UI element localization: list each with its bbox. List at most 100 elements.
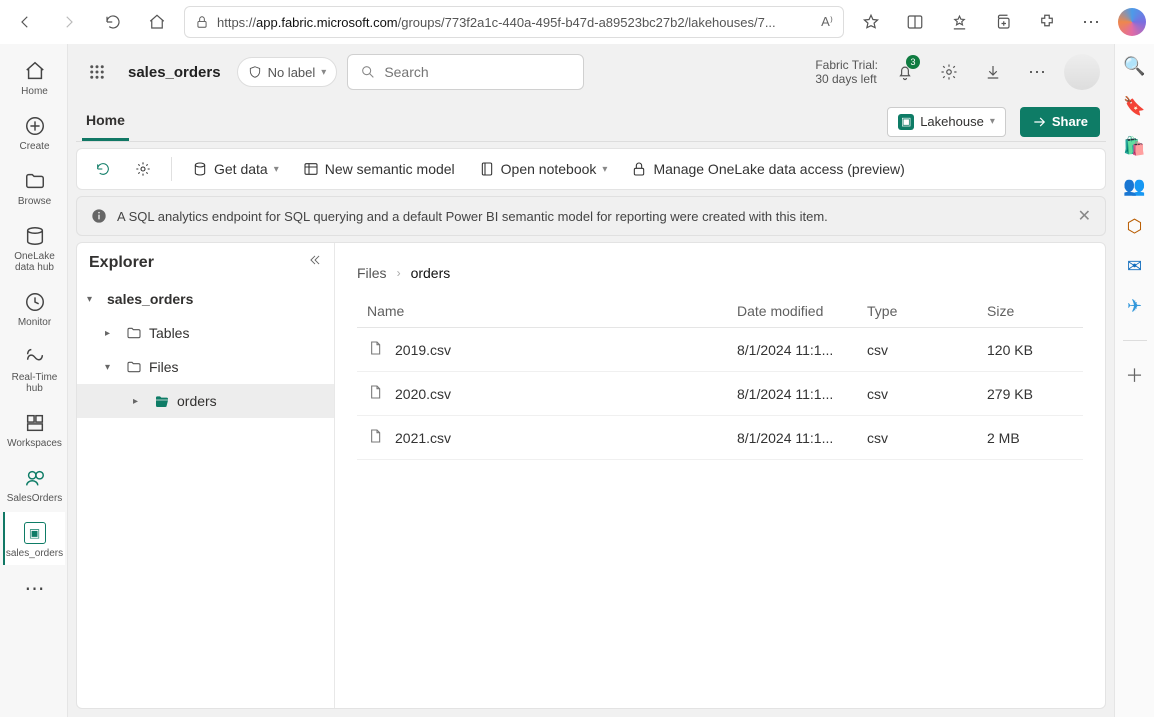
tree-orders[interactable]: ▸ orders <box>77 384 334 418</box>
file-type: csv <box>857 372 977 416</box>
nav-realtime[interactable]: Real-Time hub <box>3 336 65 400</box>
tab-row: Home ▣ Lakehouse ▾ Share <box>76 102 1106 142</box>
new-semantic-model-button[interactable]: New semantic model <box>295 157 463 181</box>
col-type[interactable]: Type <box>857 295 977 328</box>
settings-button[interactable] <box>932 55 966 89</box>
favorites-list-icon[interactable] <box>942 5 976 39</box>
lock-icon <box>195 15 209 29</box>
read-aloud-icon[interactable]: A⁾ <box>821 14 833 30</box>
refresh-button[interactable] <box>96 5 130 39</box>
tab-home[interactable]: Home <box>82 102 129 141</box>
gear-icon <box>135 161 151 177</box>
download-icon <box>984 63 1002 81</box>
realtime-icon <box>22 344 48 370</box>
refresh-icon <box>95 161 111 177</box>
header-more-button[interactable]: ⋯ <box>1020 55 1054 89</box>
close-info-icon[interactable]: ✕ <box>1078 206 1091 226</box>
breadcrumb: Files › orders <box>357 257 1083 295</box>
table-row[interactable]: 2020.csv8/1/2024 11:1...csv279 KB <box>357 372 1083 416</box>
file-type: csv <box>857 416 977 460</box>
nav-workspaces[interactable]: Workspaces <box>3 402 65 455</box>
nav-monitor[interactable]: Monitor <box>3 281 65 334</box>
chevron-down-icon: ▾ <box>321 67 326 78</box>
notification-badge: 3 <box>906 55 920 69</box>
search-box[interactable] <box>347 54 584 90</box>
app-header: sales_orders No label ▾ Fabric Trial: 30… <box>76 48 1106 96</box>
sidebar-add-icon[interactable]: ＋ <box>1123 363 1147 387</box>
file-date: 8/1/2024 11:1... <box>727 416 857 460</box>
get-data-button[interactable]: Get data ▾ <box>184 157 287 181</box>
sidebar-send-icon[interactable]: ✈ <box>1123 294 1147 318</box>
nav-salesorders[interactable]: SalesOrders <box>3 457 65 510</box>
nav-sales-orders-lakehouse[interactable]: ▣ sales_orders <box>3 512 65 565</box>
split-screen-icon[interactable] <box>898 5 932 39</box>
download-button[interactable] <box>976 55 1010 89</box>
nav-create[interactable]: Create <box>3 105 65 158</box>
file-name: 2019.csv <box>395 342 451 358</box>
chevron-down-icon: ▾ <box>990 116 995 127</box>
collections-icon[interactable] <box>986 5 1020 39</box>
database-icon <box>192 161 208 177</box>
sidebar-tag-icon[interactable]: 🔖 <box>1123 94 1147 118</box>
chevron-right-icon: › <box>397 266 401 280</box>
home-icon <box>22 58 48 84</box>
file-pane: Files › orders Name Date modified Type S… <box>335 243 1105 708</box>
trial-status[interactable]: Fabric Trial: 30 days left <box>815 58 878 87</box>
nav-onelake[interactable]: OneLake data hub <box>3 215 65 279</box>
share-button[interactable]: Share <box>1020 107 1100 137</box>
info-bar: A SQL analytics endpoint for SQL queryin… <box>76 196 1106 236</box>
nav-more[interactable]: ⋯ <box>3 567 65 607</box>
main-column: sales_orders No label ▾ Fabric Trial: 30… <box>68 44 1114 717</box>
access-icon <box>631 161 647 177</box>
col-name[interactable]: Name <box>357 295 727 328</box>
share-icon <box>1032 115 1046 129</box>
sidebar-office-icon[interactable]: ⬡ <box>1123 214 1147 238</box>
onelake-icon <box>22 223 48 249</box>
open-notebook-button[interactable]: Open notebook ▾ <box>471 157 616 181</box>
address-bar[interactable]: https://app.fabric.microsoft.com/groups/… <box>184 6 844 38</box>
sidebar-outlook-icon[interactable]: ✉ <box>1123 254 1147 278</box>
copilot-icon[interactable] <box>1118 8 1146 36</box>
gear-icon <box>940 63 958 81</box>
chevron-down-icon: ▾ <box>105 362 119 373</box>
settings-toolbar-button[interactable] <box>127 157 159 181</box>
nav-home[interactable]: Home <box>3 50 65 103</box>
collapse-explorer-icon[interactable] <box>308 253 322 272</box>
manage-onelake-button[interactable]: Manage OneLake data access (preview) <box>623 157 912 181</box>
breadcrumb-files[interactable]: Files <box>357 265 387 281</box>
tree-files[interactable]: ▾ Files <box>77 350 334 384</box>
file-name: 2020.csv <box>395 386 451 402</box>
salesorders-icon <box>22 465 48 491</box>
avatar[interactable] <box>1064 54 1100 90</box>
nav-browse[interactable]: Browse <box>3 160 65 213</box>
sidebar-shop-icon[interactable]: 🛍️ <box>1123 134 1147 158</box>
forward-button[interactable] <box>52 5 86 39</box>
home-browser-button[interactable] <box>140 5 174 39</box>
lakehouse-nav-icon: ▣ <box>22 520 48 546</box>
monitor-icon <box>22 289 48 315</box>
col-date[interactable]: Date modified <box>727 295 857 328</box>
workspace-name[interactable]: sales_orders <box>122 64 227 81</box>
tree-root[interactable]: ▾ sales_orders <box>77 282 334 316</box>
app-launcher-icon[interactable] <box>82 57 112 87</box>
more-browser-icon[interactable]: ⋯ <box>1074 5 1108 39</box>
extensions-icon[interactable] <box>1030 5 1064 39</box>
sensitivity-label-pill[interactable]: No label ▾ <box>237 57 338 87</box>
folder-icon <box>125 325 143 341</box>
notifications-button[interactable]: 3 <box>888 55 922 89</box>
file-icon <box>367 428 383 447</box>
lakehouse-icon: ▣ <box>898 114 914 130</box>
table-row[interactable]: 2021.csv8/1/2024 11:1...csv2 MB <box>357 416 1083 460</box>
back-button[interactable] <box>8 5 42 39</box>
sidebar-search-icon[interactable]: 🔍 <box>1123 54 1147 78</box>
more-nav-icon: ⋯ <box>22 575 48 601</box>
favorite-icon[interactable] <box>854 5 888 39</box>
refresh-toolbar-button[interactable] <box>87 157 119 181</box>
table-row[interactable]: 2019.csv8/1/2024 11:1...csv120 KB <box>357 328 1083 372</box>
search-input[interactable] <box>384 64 571 80</box>
col-size[interactable]: Size <box>977 295 1083 328</box>
view-mode-dropdown[interactable]: ▣ Lakehouse ▾ <box>887 107 1006 137</box>
tree-tables[interactable]: ▸ Tables <box>77 316 334 350</box>
sidebar-people-icon[interactable]: 👥 <box>1123 174 1147 198</box>
folder-open-icon <box>153 393 171 409</box>
